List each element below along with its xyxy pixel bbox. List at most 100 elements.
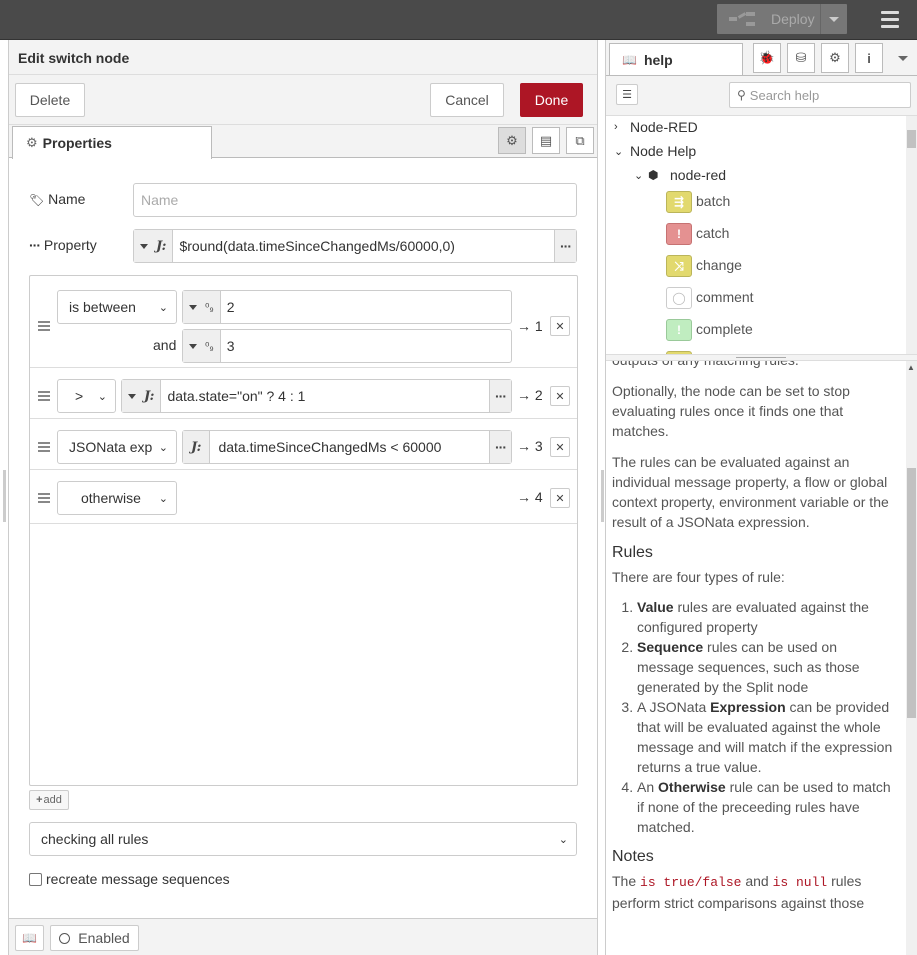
number-icon: ⁰₉ [205, 340, 214, 353]
tab-appearance-icon[interactable]: ⧉ [566, 127, 594, 154]
book-icon: 📖 [622, 52, 637, 67]
config-gear-icon[interactable]: ⚙ [821, 43, 849, 73]
delete-button[interactable]: Delete [15, 83, 85, 117]
tab-description-icon[interactable]: ▤ [532, 127, 560, 154]
sidebar-resize-handle[interactable] [601, 470, 604, 522]
tab-settings-icon[interactable]: ⚙ [498, 127, 526, 154]
property-type-select[interactable]: J: [134, 230, 174, 262]
rule-value-input[interactable]: J: data.state="on" ? 4 : 1 ··· [121, 379, 512, 413]
tree-item-node-red[interactable]: › Node-RED [614, 119, 698, 135]
recreate-sequences-checkbox[interactable] [29, 872, 42, 886]
expand-editor-button[interactable]: ··· [489, 431, 511, 463]
tray-toolbar: Delete Cancel Done [9, 75, 597, 125]
chevron-right-icon: › [614, 121, 618, 133]
help-heading-rules: Rules [612, 544, 653, 561]
expand-editor-button[interactable]: ··· [554, 230, 576, 262]
jsonata-type-select[interactable]: J: [122, 380, 162, 412]
debug-tab-icon[interactable]: 🐞 [753, 43, 781, 73]
list-item: A JSONata Expression can be provided tha… [637, 697, 897, 777]
complete-node-icon: ! [666, 319, 692, 341]
rule-operator-select[interactable]: otherwise ⌄ [57, 481, 177, 515]
cancel-button[interactable]: Cancel [430, 83, 504, 117]
remove-rule-button[interactable]: ✕ [550, 488, 570, 508]
rule-operator-select[interactable]: > ⌄ [57, 379, 116, 413]
sidebar-menu-chevron-icon[interactable] [898, 56, 908, 61]
rule-value-input[interactable]: ⁰₉ 2 [182, 290, 512, 324]
help-toolbar: ☰ ⚲ Search help [606, 76, 917, 116]
tray-resize-handle[interactable] [3, 470, 6, 522]
rule-value2-input[interactable]: ⁰₉ 3 [182, 329, 512, 363]
tree-item-node-red-group[interactable]: ⌄ ⬢ node-red [634, 167, 726, 183]
help-paragraph: outputs of any matching rules. [612, 361, 897, 370]
app-header: Deploy [0, 0, 917, 40]
name-label: 🏷 Name [29, 191, 86, 207]
help-split-handle[interactable] [606, 354, 917, 361]
help-rule-types-list: Value rules are evaluated against the co… [612, 597, 897, 837]
tree-scrollbar[interactable] [906, 116, 917, 354]
help-content: outputs of any matching rules. Optionall… [606, 361, 903, 916]
tray-title: Edit switch node [9, 40, 597, 75]
expand-editor-button[interactable]: ··· [489, 380, 511, 412]
number-icon: ⁰₉ [205, 301, 214, 314]
drag-handle-icon[interactable] [38, 442, 50, 454]
catch-node-icon: ! [666, 223, 692, 245]
add-rule-button[interactable]: + add [29, 790, 69, 810]
enabled-toggle[interactable]: Enabled [50, 925, 139, 951]
tree-item-batch[interactable]: batch [696, 193, 730, 209]
rule-value2[interactable]: 3 [221, 338, 511, 354]
comment-node-icon: ◯ [666, 287, 692, 309]
drag-handle-icon[interactable] [38, 493, 50, 505]
rule-value[interactable]: 2 [221, 299, 511, 315]
help-scrollbar[interactable]: ▲ [906, 361, 917, 955]
drag-handle-icon[interactable] [38, 321, 50, 333]
tree-item-node-help[interactable]: ⌄ Node Help [614, 143, 696, 159]
remove-rule-button[interactable]: ✕ [550, 316, 570, 336]
tree-item-change[interactable]: change [696, 257, 742, 273]
name-input[interactable]: Name [133, 183, 577, 217]
list-item: An Otherwise rule can be used to match i… [637, 777, 897, 837]
property-input[interactable]: J: $round(data.timeSinceChangedMs/60000,… [133, 229, 577, 263]
rule-output-label: → 4 [517, 489, 543, 505]
tag-icon: 🏷 [29, 193, 45, 207]
edit-tray: Edit switch node Delete Cancel Done ⚙ Pr… [8, 40, 598, 955]
toc-list-icon[interactable]: ☰ [616, 84, 638, 105]
plus-icon: + [36, 794, 43, 806]
jsonata-icon: J: [144, 388, 155, 404]
deploy-dropdown-icon[interactable] [829, 17, 839, 22]
tab-help[interactable]: 📖 help [609, 43, 743, 75]
tree-item-comment[interactable]: comment [696, 289, 754, 305]
rule-row: > ⌄ J: data.state="on" ? 4 : 1 ··· → 2 ✕ [30, 368, 577, 419]
rules-list: is between ⌄ ⁰₉ 2 and ⁰₉ 3 → 1 ✕ > ⌄ J: da… [29, 275, 578, 786]
search-help-input[interactable]: ⚲ Search help [729, 82, 911, 108]
tree-item-complete[interactable]: complete [696, 321, 753, 337]
book-icon: 📖 [22, 931, 37, 945]
change-node-icon: ⤨ [666, 255, 692, 277]
rule-row: otherwise ⌄ → 4 ✕ [30, 470, 577, 524]
rule-value-input[interactable]: J: data.timeSinceChangedMs < 60000 ··· [182, 430, 512, 464]
and-label: and [153, 337, 177, 353]
main-menu-button[interactable] [870, 8, 910, 32]
info-icon[interactable]: i [855, 43, 883, 73]
number-type-select[interactable]: ⁰₉ [183, 291, 221, 323]
jsonata-icon: J: [156, 238, 167, 254]
checking-mode-select[interactable]: checking all rules ⌄ [29, 822, 577, 856]
remove-rule-button[interactable]: ✕ [550, 437, 570, 457]
number-type-select[interactable]: ⁰₉ [183, 330, 221, 362]
remove-rule-button[interactable]: ✕ [550, 386, 570, 406]
chevron-down-icon: ⌄ [614, 145, 624, 158]
rule-operator-select[interactable]: JSONata exp ⌄ [57, 430, 177, 464]
deploy-button[interactable]: Deploy [717, 4, 847, 34]
rule-operator-select[interactable]: is between ⌄ [57, 290, 177, 324]
help-paragraph: Optionally, the node can be set to stop … [612, 383, 850, 439]
drag-handle-icon[interactable] [38, 391, 50, 403]
context-data-icon[interactable]: ⛁ [787, 43, 815, 73]
rule-value[interactable]: data.state="on" ? 4 : 1 [161, 388, 489, 404]
done-button[interactable]: Done [520, 83, 583, 117]
node-help-button[interactable]: 📖 [15, 925, 44, 951]
sidebar: 📖 help 🐞 ⛁ ⚙ i ☰ ⚲ Search help › Node-RE… [605, 40, 917, 955]
tree-item-catch[interactable]: catch [696, 225, 729, 241]
property-value[interactable]: $round(data.timeSinceChangedMs/60000,0) [173, 238, 554, 254]
rule-value[interactable]: data.timeSinceChangedMs < 60000 [210, 439, 489, 455]
tab-properties[interactable]: ⚙ Properties [12, 126, 212, 159]
jsonata-icon: J: [191, 439, 202, 455]
